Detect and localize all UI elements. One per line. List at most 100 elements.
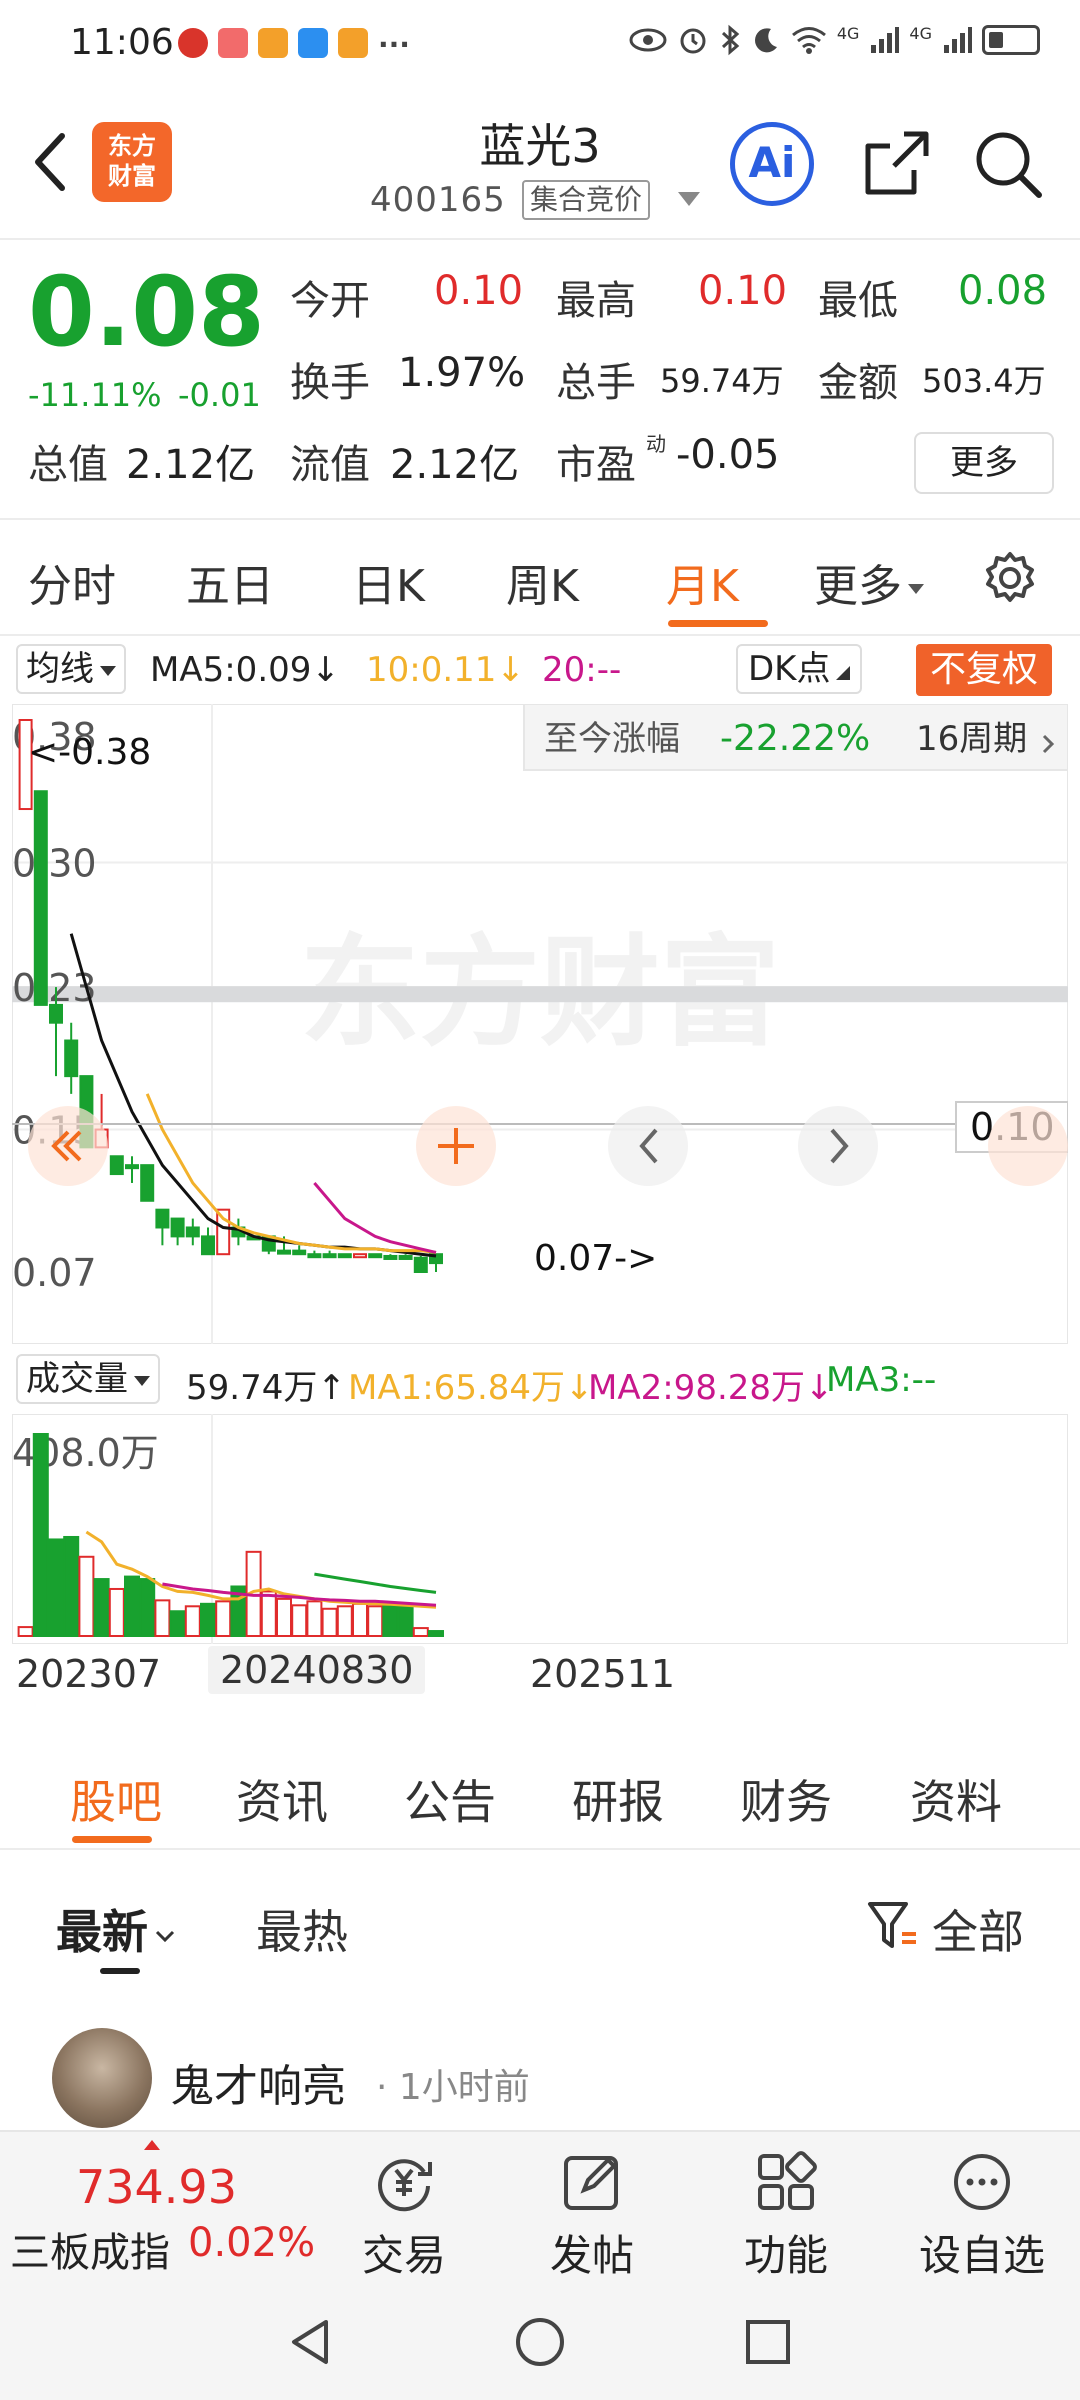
volume-current: 59.74万↑ [186,1368,346,1408]
filter-icon[interactable] [866,1898,920,1954]
pe-dynamic-sup: 动 [646,432,666,456]
function-label: 功能 [743,2231,828,2280]
volume-value: 59.74万 [660,362,784,400]
pe-label: 市盈 [556,442,636,488]
tab-weekly-k[interactable]: 周K [506,550,579,614]
volume-bar [169,1610,186,1638]
candle-body [413,1256,428,1273]
indicator-row: 均线 MA5:0.09↓ 10:0.11↓ 20:-- DK点 不复权 [0,640,1080,700]
signal-label: 4G [909,24,932,43]
dk-point-button[interactable]: DK点 [736,644,863,694]
volume-bar [32,1433,49,1637]
status-app-icons: ··· [178,28,410,61]
volume-selector[interactable]: 成交量 [16,1354,160,1404]
float-value: 2.12亿 [390,442,520,488]
ma-selector[interactable]: 均线 [16,644,126,694]
nav-home-icon[interactable] [512,2314,568,2370]
nav-recents-icon[interactable] [740,2314,796,2370]
ai-assistant-icon[interactable]: Ai [730,122,814,206]
chevron-down-icon[interactable] [678,192,700,206]
range-value: -22.22% [720,718,870,759]
trade-button[interactable]: 交易 [334,2150,474,2286]
tab-five-day[interactable]: 五日 [186,550,274,614]
index-up-arrow-icon [144,2140,160,2150]
tab-intraday[interactable]: 分时 [28,550,116,614]
candle-body [140,1164,155,1202]
volume-bar [352,1602,368,1638]
bluetooth-icon [721,24,740,56]
avatar[interactable] [52,2028,152,2128]
filter-all[interactable]: 全部 [932,1896,1024,1962]
amount-label: 金额 [818,360,898,406]
system-nav-bar [0,2286,1080,2400]
tab-profile[interactable]: 资料 [910,1766,1002,1832]
tab-more-label: 更多 [814,561,902,612]
open-value: 0.10 [434,268,524,314]
range-label: 至今涨幅 [544,719,680,759]
volume-bar [78,1555,95,1637]
ma-selector-label: 均线 [26,649,94,689]
candle-body [322,1253,337,1259]
tab-news[interactable]: 资讯 [236,1766,328,1832]
kline-chart[interactable]: 东方财富0.380.300.230.150.07至今涨幅-22.22%16周期<… [12,704,1068,1344]
app-notif-icon [178,28,208,58]
sort-newest[interactable]: 最新 [56,1896,176,1962]
tab-announcements[interactable]: 公告 [404,1766,496,1832]
post-button[interactable]: 发帖 [522,2150,662,2286]
status-indicators: 4G 4G [629,24,1040,56]
bottom-toolbar: 734.93 三板成指 0.02% 交易 发帖 功能 设自选 [0,2130,1080,2286]
search-icon[interactable] [970,126,1046,202]
more-quote-button[interactable]: 更多 [914,432,1054,494]
corner-arrow-icon [836,666,851,680]
volume-bar [412,1627,429,1637]
tab-research[interactable]: 研报 [572,1766,664,1832]
volume-bar [154,1599,171,1637]
share-icon[interactable] [858,126,934,202]
mktcap-label: 总值 [28,442,108,488]
post-item[interactable]: 鬼才响亮 · 1小时前 [0,2020,1080,2130]
status-bar: 11:06 ··· 4G 4G [0,0,1080,92]
volume-bar [200,1602,216,1638]
y-tick-label: 0.23 [12,966,97,1010]
nav-back-icon[interactable] [282,2314,338,2370]
volume-bar [63,1535,80,1637]
volume-bar [336,1605,353,1637]
open-label: 今开 [290,278,370,324]
post-username[interactable]: 鬼才响亮 [170,2050,346,2114]
candle-body [383,1254,398,1260]
tab-guba[interactable]: 股吧 [70,1766,162,1832]
volume-ma2: MA2:98.28万↓ [588,1368,834,1408]
ma5-value: MA5:0.09↓ [150,650,340,690]
volume-chart[interactable]: 408.0万 [12,1414,1068,1644]
sort-row: 最新 最热 全部 [0,1860,1080,1980]
volume-bar [276,1597,292,1637]
index-value[interactable]: 734.93 [76,2160,237,2214]
candle-body [307,1253,322,1259]
auction-badge[interactable]: 集合竞价 [522,180,651,220]
more-notifs-icon: ··· [378,28,410,61]
gear-icon[interactable] [980,548,1040,608]
tab-more[interactable]: 更多 [814,550,924,614]
mktcap-value: 2.12亿 [126,442,256,488]
volume-bar [139,1578,156,1637]
volume-bar [321,1607,338,1637]
watchlist-label: 设自选 [918,2231,1045,2280]
function-button[interactable]: 功能 [716,2150,856,2286]
tab-monthly-k[interactable]: 月K [666,550,739,614]
volume-ma3: MA3:-- [826,1360,937,1400]
candle-body [185,1226,200,1238]
tab-daily-k[interactable]: 日K [352,550,425,614]
sort-newest-label: 最新 [56,1905,148,1959]
battery-icon [982,25,1040,55]
no-adjust-button[interactable]: 不复权 [916,644,1053,696]
high-label: 最高 [556,278,636,324]
change-percent: -11.11% [28,376,162,414]
chevron-down-icon [134,1375,150,1386]
sort-hottest[interactable]: 最热 [256,1896,348,1962]
index-name[interactable]: 三板成指 [10,2220,170,2278]
add-watchlist-button[interactable]: 设自选 [912,2150,1052,2286]
tab-financials[interactable]: 财务 [740,1766,832,1832]
ma20-value: 20:-- [542,650,622,690]
volume-bar [184,1605,201,1637]
change-amount: -0.01 [178,376,261,414]
